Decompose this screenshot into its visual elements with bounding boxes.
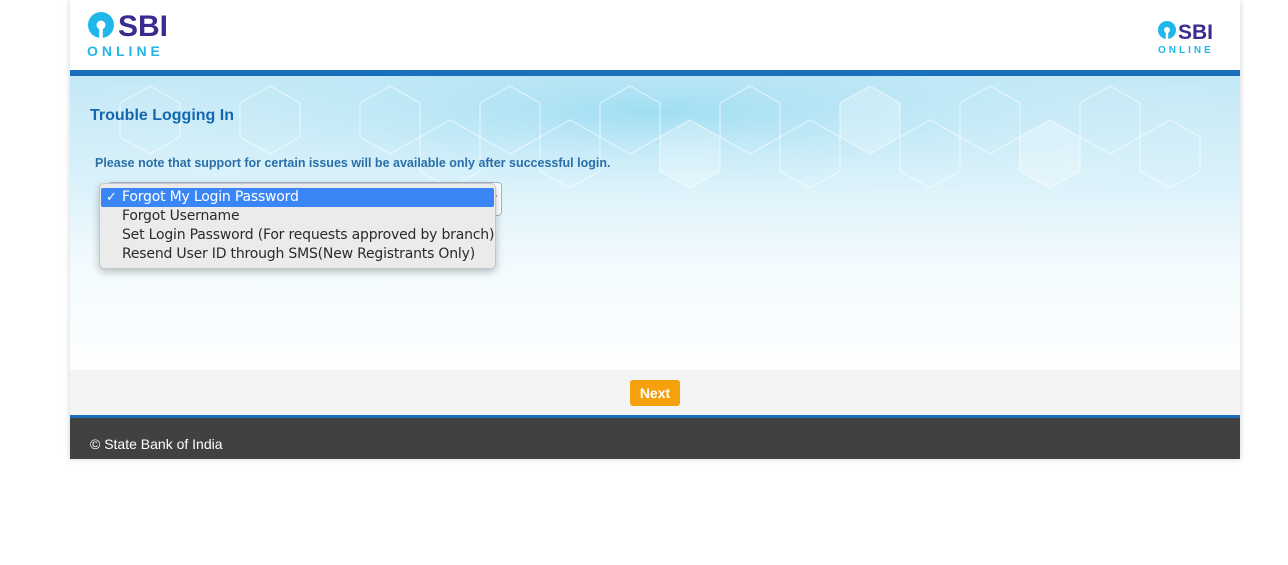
action-bar: Next [70, 370, 1240, 415]
option-set-login-password[interactable]: Set Login Password (For requests approve… [101, 226, 494, 245]
option-label: Forgot Username [122, 208, 240, 224]
logo-sbi-text: SBI [1178, 21, 1213, 44]
login-support-note: Please note that support for certain iss… [95, 156, 611, 170]
page-title: Trouble Logging In [90, 107, 234, 124]
option-label: Resend User ID through SMS(New Registran… [122, 246, 475, 262]
trouble-type-dropdown-list[interactable]: ✓ Forgot My Login Password Forgot Userna… [99, 183, 496, 269]
option-label: Set Login Password (For requests approve… [122, 227, 495, 243]
sbi-online-logo-left[interactable]: SBI ONLINE [86, 10, 176, 58]
copyright-text: © State Bank of India [90, 436, 223, 452]
logo-sbi-text: SBI [118, 10, 168, 43]
page-container: SBI ONLINE SBI ONLINE Trouble Logging In… [70, 0, 1240, 459]
sbi-keyhole-logo-icon [1158, 21, 1176, 39]
footer: © State Bank of India [70, 418, 1240, 459]
header: SBI ONLINE SBI ONLINE [70, 0, 1240, 70]
option-forgot-login-password[interactable]: ✓ Forgot My Login Password [101, 188, 494, 207]
option-forgot-username[interactable]: Forgot Username [101, 207, 494, 226]
logo-online-text: ONLINE [1158, 45, 1214, 56]
checkmark-icon: ✓ [106, 190, 117, 205]
option-label: Forgot My Login Password [122, 189, 299, 205]
next-button[interactable]: Next [630, 380, 680, 406]
option-resend-user-id-sms[interactable]: Resend User ID through SMS(New Registran… [101, 245, 494, 264]
sbi-keyhole-logo-icon [88, 12, 114, 38]
sbi-online-logo-right[interactable]: SBI ONLINE [1157, 20, 1221, 56]
logo-online-text: ONLINE [87, 43, 164, 58]
main-content: Trouble Logging In Please note that supp… [70, 76, 1240, 370]
